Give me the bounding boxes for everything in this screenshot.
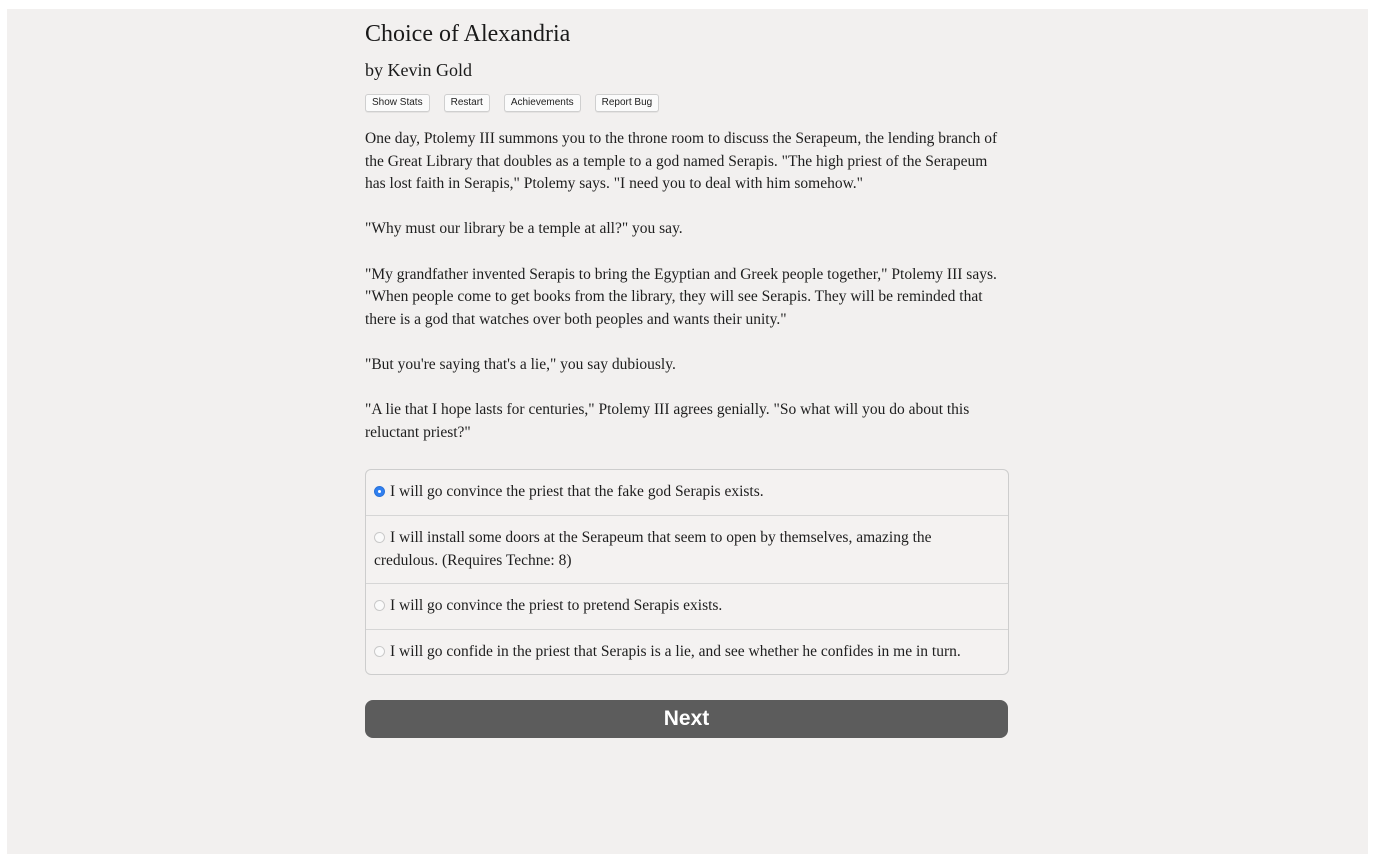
story-paragraph: "My grandfather invented Serapis to brin…: [365, 265, 997, 328]
show-stats-button[interactable]: Show Stats: [365, 94, 430, 112]
radio-button[interactable]: [374, 600, 385, 612]
radio-button[interactable]: [374, 531, 385, 543]
choice-label: I will go confide in the priest that Ser…: [390, 642, 961, 660]
restart-button[interactable]: Restart: [443, 94, 490, 112]
story-paragraph: "Why must our library be a temple at all…: [365, 220, 683, 238]
story-paragraph: "A lie that I hope lasts for centuries,"…: [365, 401, 970, 441]
radio-button[interactable]: [374, 645, 385, 657]
radio-button[interactable]: [374, 486, 385, 498]
author-byline: by Kevin Gold: [365, 60, 472, 80]
choice-label: I will go convince the priest to pretend…: [390, 597, 723, 615]
choice-label: I will install some doors at the Serapeu…: [374, 528, 932, 569]
story-paragraph: "But you're saying that's a lie," you sa…: [365, 355, 676, 373]
content-column: Choice of Alexandria by Kevin Gold Show …: [365, 19, 1009, 739]
game-title: Choice of Alexandria: [365, 21, 571, 47]
achievements-button[interactable]: Achievements: [503, 94, 581, 112]
choice-option[interactable]: I will install some doors at the Serapeu…: [366, 514, 1008, 583]
game-viewport: Choice of Alexandria by Kevin Gold Show …: [7, 9, 1368, 854]
story-text: One day, Ptolemy III summons you to the …: [365, 128, 1009, 444]
toolbar: Show Stats Restart Achievements Report B…: [365, 94, 1009, 112]
choice-option[interactable]: I will go confide in the priest that Ser…: [366, 628, 1008, 675]
choice-label: I will go convince the priest that the f…: [390, 483, 764, 501]
story-paragraph: One day, Ptolemy III summons you to the …: [365, 130, 998, 193]
choice-option[interactable]: I will go convince the priest to pretend…: [366, 583, 1008, 629]
choice-option[interactable]: I will go convince the priest that the f…: [366, 470, 1008, 515]
next-button[interactable]: Next: [365, 700, 1008, 739]
choice-list: I will go convince the priest that the f…: [365, 469, 1009, 676]
report-bug-button[interactable]: Report Bug: [594, 94, 660, 112]
